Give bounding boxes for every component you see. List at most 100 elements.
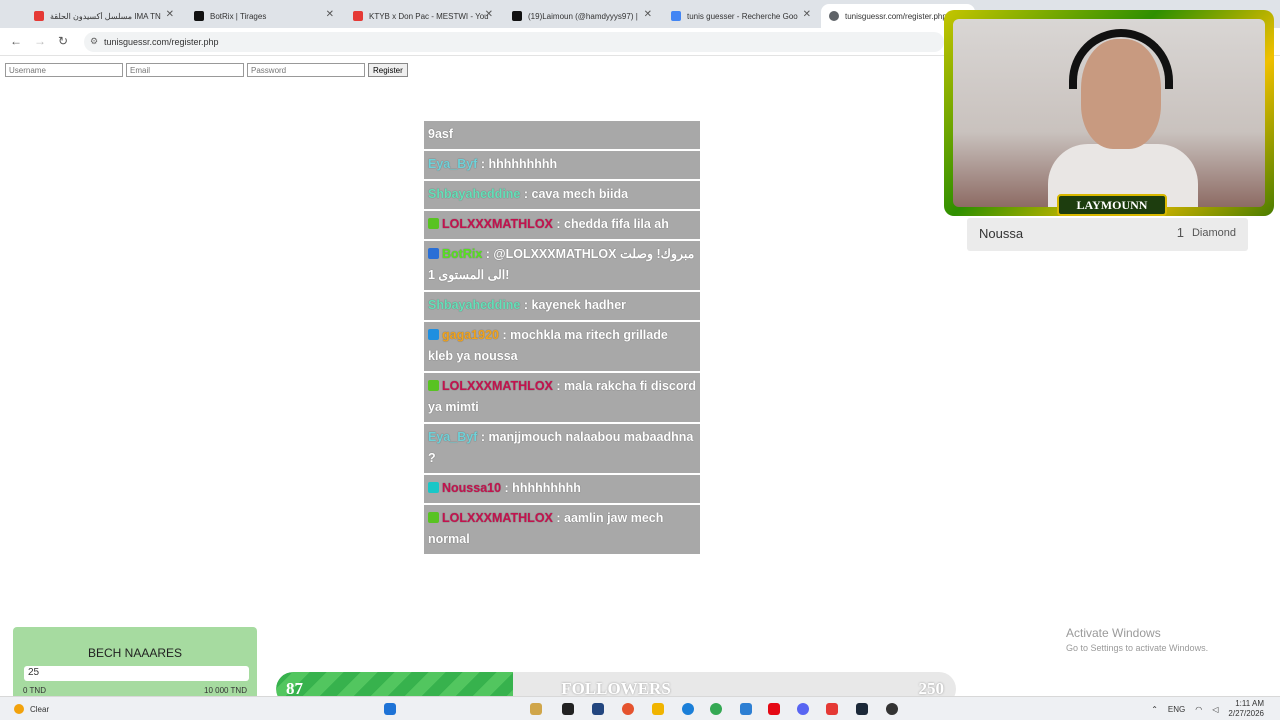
weather-icon bbox=[14, 704, 24, 714]
browser-tab[interactable]: KTYB x Don Pac - MESTWI - You ✕ bbox=[345, 4, 499, 28]
goal-max: 10 000 TND bbox=[204, 686, 247, 695]
chat-message: 9asf bbox=[424, 121, 700, 151]
register-button[interactable]: Register bbox=[368, 63, 408, 77]
close-tab-icon[interactable]: ✕ bbox=[803, 9, 811, 20]
clock-time: 1:11 AM bbox=[1235, 699, 1264, 708]
discord-icon[interactable] bbox=[797, 703, 809, 715]
webcam-video bbox=[953, 19, 1265, 207]
app-icon[interactable] bbox=[826, 703, 838, 715]
chat-username: Shbayaheddine bbox=[428, 298, 521, 312]
url-text: tunisguessr.com/register.php bbox=[104, 37, 219, 47]
github-favicon-icon bbox=[194, 11, 204, 21]
close-tab-icon[interactable]: ✕ bbox=[644, 9, 652, 20]
address-bar[interactable]: ⚙ tunisguessr.com/register.php bbox=[84, 32, 944, 52]
headphones bbox=[1069, 29, 1173, 89]
close-tab-icon[interactable]: ✕ bbox=[166, 9, 174, 20]
chat-username: BotRix bbox=[442, 247, 483, 261]
leaderboard-card: Noussa 1 Diamond bbox=[967, 218, 1248, 251]
goal-value: 25 bbox=[28, 667, 40, 678]
leaderboard-unit: Diamond bbox=[1191, 227, 1236, 239]
netflix-icon[interactable] bbox=[768, 703, 780, 715]
chevron-up-icon[interactable]: ⌃ bbox=[1151, 705, 1158, 714]
chat-text: : cava mech biida bbox=[523, 187, 629, 201]
chat-username: Noussa10 bbox=[442, 481, 502, 495]
goal-title: BECH NAAARES bbox=[87, 646, 183, 660]
badge-icon bbox=[428, 482, 439, 493]
chrome-icon[interactable] bbox=[710, 703, 722, 715]
chat-username: Shbayaheddine bbox=[428, 187, 521, 201]
tab-title: tunis guesser - Recherche Goo bbox=[687, 11, 798, 21]
chat-username: gaga1920 bbox=[442, 328, 499, 342]
tab-title: (19)Laimoun (@hamdyyys97) | bbox=[528, 11, 638, 21]
webcam-name-plate: LAYMOUNN bbox=[1057, 194, 1167, 216]
webcam-frame bbox=[944, 10, 1274, 216]
site-info-icon[interactable]: ⚙ bbox=[90, 36, 98, 47]
chat-message: Shbayaheddine : cava mech biida bbox=[424, 181, 700, 211]
clock-date: 2/27/2026 bbox=[1228, 709, 1264, 718]
chat-message: LOLXXXMATHLOX : aamlin jaw mech normal bbox=[424, 505, 700, 556]
chat-text: 9asf bbox=[428, 127, 454, 141]
file-explorer-icon[interactable] bbox=[530, 703, 542, 715]
browser-tab[interactable]: tunis guesser - Recherche Goo ✕ bbox=[663, 4, 817, 28]
folder-icon[interactable] bbox=[652, 703, 664, 715]
register-form: Register bbox=[5, 63, 408, 77]
back-icon[interactable]: ← bbox=[10, 34, 22, 48]
app-icon[interactable] bbox=[740, 703, 752, 715]
firefox-icon[interactable] bbox=[622, 703, 634, 715]
volume-icon[interactable]: ◁ bbox=[1212, 705, 1218, 714]
steam-icon[interactable] bbox=[856, 703, 868, 715]
donation-goal-widget: BECH NAAARES 25 0 TND 10 000 TND bbox=[13, 627, 257, 707]
goal-min: 0 TND bbox=[23, 686, 46, 695]
chat-text: : hhhhhhhhh bbox=[480, 157, 558, 171]
chat-message: LOLXXXMATHLOX : mala rakcha fi discord y… bbox=[424, 373, 700, 424]
tab-title: KTYB x Don Pac - MESTWI - You bbox=[369, 11, 489, 21]
badge-icon bbox=[428, 512, 439, 523]
chat-username: Eya_Byf bbox=[428, 430, 478, 444]
weather-widget[interactable]: Clear bbox=[14, 704, 49, 714]
windows-taskbar: Clear ⌃ ENG ◠ ◁ 1:11 AM 2/27/2026 bbox=[0, 696, 1280, 720]
app-icon[interactable] bbox=[592, 703, 604, 715]
browser-tab[interactable]: مسلسل أكسيدون الحلقة IMA TN ✕ bbox=[26, 4, 180, 28]
clock[interactable]: 1:11 AM 2/27/2026 bbox=[1228, 699, 1264, 719]
chat-overlay: 9asf Eya_Byf : hhhhhhhhh Shbayaheddine : c… bbox=[424, 121, 700, 556]
leaderboard-name: Noussa bbox=[979, 226, 1024, 241]
leaderboard-count: 1 bbox=[1176, 225, 1184, 240]
browser-tab[interactable]: BotRix | Tirages ✕ bbox=[186, 4, 340, 28]
forward-icon[interactable]: → bbox=[34, 34, 46, 48]
tab-title: مسلسل أكسيدون الحلقة IMA TN bbox=[50, 11, 161, 21]
watermark-line1: Activate Windows bbox=[1066, 626, 1161, 640]
chat-username: LOLXXXMATHLOX bbox=[442, 217, 553, 231]
wifi-icon[interactable]: ◠ bbox=[1195, 705, 1202, 714]
chat-text: : hhhhhhhhh bbox=[504, 481, 581, 495]
tab-title: BotRix | Tirages bbox=[210, 11, 267, 21]
chat-message: Noussa10 : hhhhhhhhh bbox=[424, 475, 700, 505]
weather-text: Clear bbox=[30, 704, 50, 714]
tiktok-favicon-icon bbox=[512, 11, 522, 21]
chat-message: Shbayaheddine : kayenek hadher bbox=[424, 292, 700, 322]
chat-message: BotRix : @LOLXXXMATHLOX مبروك! وصلت الى … bbox=[424, 241, 700, 292]
username-input[interactable] bbox=[5, 63, 123, 77]
chat-text: : kayenek hadher bbox=[523, 298, 627, 312]
youtube-favicon-icon bbox=[34, 11, 44, 21]
app-icon[interactable] bbox=[886, 703, 898, 715]
lang-indicator[interactable]: ENG bbox=[1168, 705, 1185, 714]
close-tab-icon[interactable]: ✕ bbox=[326, 9, 334, 20]
system-tray: ⌃ ENG ◠ ◁ 1:11 AM 2/27/2026 bbox=[1151, 699, 1264, 719]
browser-tab[interactable]: (19)Laimoun (@hamdyyys97) | ✕ bbox=[504, 4, 658, 28]
password-input[interactable] bbox=[247, 63, 365, 77]
youtube-favicon-icon bbox=[353, 11, 363, 21]
badge-icon bbox=[428, 218, 439, 229]
close-tab-icon[interactable]: ✕ bbox=[485, 9, 493, 20]
start-icon[interactable] bbox=[384, 703, 396, 715]
badge-icon bbox=[428, 329, 439, 340]
screen: مسلسل أكسيدون الحلقة IMA TN ✕ BotRix | Ti… bbox=[0, 0, 1280, 720]
reload-icon[interactable]: ↻ bbox=[58, 34, 68, 48]
chat-username: LOLXXXMATHLOX bbox=[442, 511, 553, 525]
terminal-icon[interactable] bbox=[562, 703, 574, 715]
chat-username: Eya_Byf bbox=[428, 157, 478, 171]
chat-message: gaga1920 : mochkla ma ritech grillade kl… bbox=[424, 322, 700, 373]
email-input[interactable] bbox=[126, 63, 244, 77]
google-favicon-icon bbox=[671, 11, 681, 21]
chat-message: Eya_Byf : manjjmouch nalaabou mabaadhna … bbox=[424, 424, 700, 475]
edge-icon[interactable] bbox=[682, 703, 694, 715]
